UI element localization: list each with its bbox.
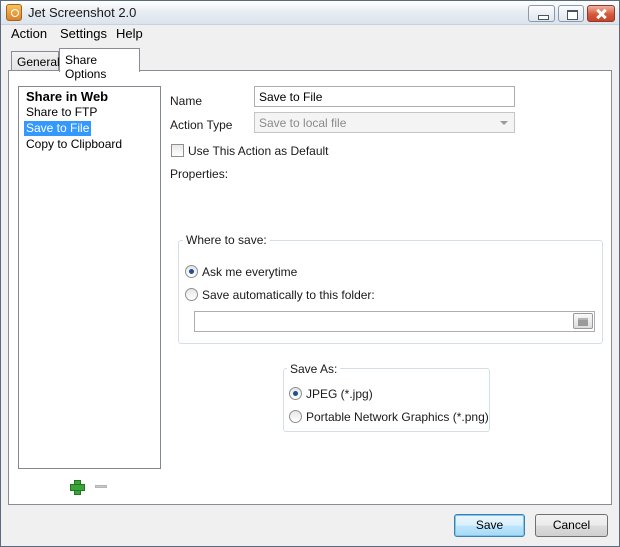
where-to-save-title: Where to save: (183, 233, 270, 247)
properties-divider (233, 173, 604, 174)
action-type-label: Action Type (170, 118, 233, 132)
cancel-button[interactable]: Cancel (535, 514, 608, 537)
maximize-button[interactable] (558, 5, 584, 22)
radio-png[interactable] (289, 410, 302, 423)
menu-help[interactable]: Help (114, 26, 145, 41)
save-automatically-label: Save automatically to this folder: (202, 288, 375, 302)
properties-label: Properties: (170, 167, 229, 181)
remove-action-icon[interactable] (95, 485, 107, 488)
title-bar[interactable]: Jet Screenshot 2.0 (1, 1, 619, 25)
list-item-copy-to-clipboard[interactable]: Copy to Clipboard (24, 137, 124, 152)
add-action-icon[interactable] (70, 480, 85, 495)
list-item-share-to-ftp[interactable]: Share to FTP (24, 105, 99, 120)
menu-bar: Action Settings Help (1, 25, 619, 44)
png-label: Portable Network Graphics (*.png) (306, 410, 489, 424)
list-item-save-to-file[interactable]: Save to File (24, 121, 92, 136)
action-type-select[interactable]: Save to local file (254, 112, 515, 133)
default-action-checkbox[interactable] (171, 144, 184, 157)
name-label: Name (170, 94, 203, 108)
tab-share-options[interactable]: Share Options (59, 48, 140, 81)
name-input[interactable] (254, 86, 515, 107)
radio-ask-everytime[interactable] (185, 265, 198, 278)
save-as-title: Save As: (287, 362, 341, 376)
window-title: Jet Screenshot 2.0 (28, 5, 137, 20)
default-action-label: Use This Action as Default (188, 144, 329, 158)
app-camera-icon (6, 4, 22, 21)
close-button[interactable] (587, 5, 615, 22)
minimize-button[interactable] (528, 5, 555, 22)
chevron-down-icon (500, 121, 508, 125)
ask-everytime-label: Ask me everytime (202, 265, 298, 279)
radio-jpeg[interactable] (289, 387, 302, 400)
action-type-value: Save to local file (259, 116, 347, 130)
list-group-share-in-web[interactable]: Share in Web (24, 89, 110, 104)
save-button[interactable]: Save (454, 514, 525, 537)
tab-general[interactable]: General (11, 51, 60, 72)
app-window: Jet Screenshot 2.0 Action Settings Help … (0, 0, 620, 547)
menu-action[interactable]: Action (9, 26, 49, 41)
jpeg-label: JPEG (*.jpg) (306, 387, 373, 401)
folder-path-input[interactable] (194, 311, 595, 332)
menu-settings[interactable]: Settings (58, 26, 109, 41)
radio-save-automatically[interactable] (185, 288, 198, 301)
browse-folder-icon[interactable] (573, 313, 593, 329)
actions-list[interactable]: Share in Web Share to FTP Save to File C… (18, 86, 161, 469)
